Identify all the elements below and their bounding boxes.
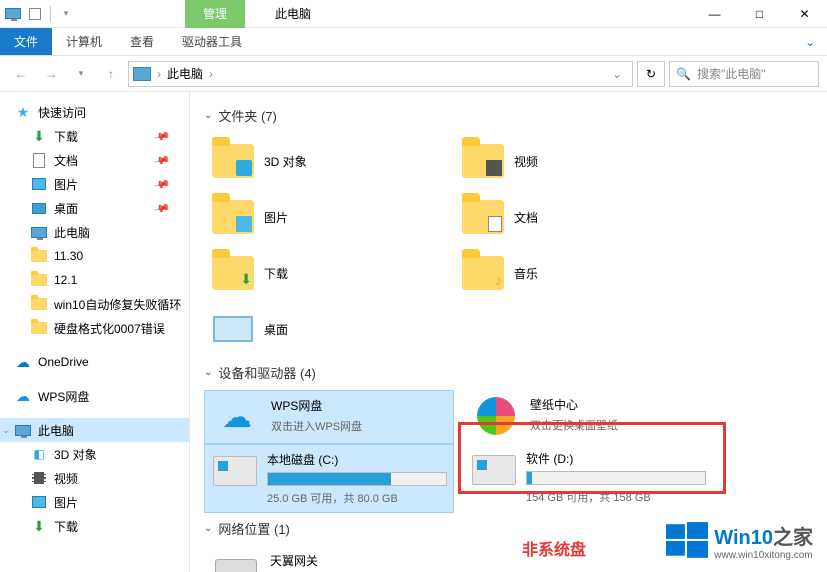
wps-cloud-icon: ☁ [213,397,261,437]
sidebar-folder[interactable]: 12.1 [0,268,189,292]
pin-icon: 📌 [153,127,171,145]
pin-icon: 📌 [153,175,171,193]
wps-icon: ☁ [14,388,32,404]
sidebar-videos[interactable]: 视频 [0,466,189,490]
refresh-button[interactable]: ↻ [637,61,665,87]
navbar: ← → ▾ ↑ › 此电脑 › ⌄ ↻ 🔍 搜索"此电脑" [0,56,827,92]
wallpaper-icon [472,396,520,436]
window-title: 此电脑 [275,5,311,22]
nav-recent-icon[interactable]: ▾ [68,61,94,87]
sidebar-folder[interactable]: 硬盘格式化0007错误 [0,316,189,340]
windows-logo-icon [666,520,708,562]
drive-d[interactable]: 软件 (D:) 154 GB 可用，共 158 GB [464,444,714,513]
pc-icon [14,422,32,438]
folder-desktop[interactable]: 桌面 [204,301,454,357]
address-bar[interactable]: › 此电脑 › ⌄ [128,61,633,87]
contextual-tab-manage[interactable]: 管理 [185,0,245,28]
chevron-down-icon: ⌄ [204,367,212,378]
nav-back-icon[interactable]: ← [8,61,34,87]
cube-icon: ◧ [30,446,48,462]
qat-dropdown-icon[interactable]: ▾ [57,5,75,23]
folder-videos[interactable]: 视频 [454,133,704,189]
document-icon [30,152,48,168]
onedrive-icon: ☁ [14,354,32,370]
ribbon-view[interactable]: 查看 [116,28,168,55]
sidebar-thispc[interactable]: ⌄此电脑 [0,418,189,442]
pictures-icon [30,176,48,192]
sidebar-onedrive[interactable]: ☁OneDrive [0,350,189,374]
sidebar-downloads[interactable]: ⬇下载 [0,514,189,538]
drive-icon [213,451,257,491]
network-gateway[interactable]: 天翼网关 [204,546,454,572]
sidebar-desktop[interactable]: 桌面📌 [0,196,189,220]
download-icon: ⬇ [30,518,48,534]
main-panel: ⌄文件夹 (7) 3D 对象 视频 图片 文档 ⬇下载 ♪音乐 桌面 ⌄设备和驱… [190,92,827,572]
ribbon-help-icon[interactable]: ⌄ [793,28,827,55]
sidebar: ★快速访问 ⬇下载📌 文档📌 图片📌 桌面📌 此电脑 11.30 12.1 wi… [0,92,190,572]
ribbon: 文件 计算机 查看 驱动器工具 ⌄ [0,28,827,56]
chevron-down-icon[interactable]: ⌄ [2,425,10,436]
pictures-icon [30,494,48,510]
maximize-button[interactable]: □ [737,0,782,28]
storage-bar [526,471,706,485]
chevron-down-icon: ⌄ [204,110,212,121]
desktop-icon [30,200,48,216]
nav-forward-icon[interactable]: → [38,61,64,87]
ribbon-computer[interactable]: 计算机 [52,28,116,55]
storage-bar [267,472,447,486]
pc-icon [30,224,48,240]
close-button[interactable]: ✕ [782,0,827,28]
sidebar-pictures[interactable]: 图片📌 [0,172,189,196]
sidebar-wps[interactable]: ☁WPS网盘 [0,384,189,408]
sidebar-folder[interactable]: win10自动修复失败循环 [0,292,189,316]
breadcrumb-location[interactable]: 此电脑 [167,65,203,82]
sidebar-folder[interactable]: 11.30 [0,244,189,268]
drive-wps[interactable]: ☁ WPS网盘双击进入WPS网盘 [204,390,454,444]
router-icon [212,552,260,572]
sidebar-thispc[interactable]: 此电脑 [0,220,189,244]
search-icon: 🔍 [676,67,691,81]
address-pc-icon [133,67,151,81]
folder-3dobjects[interactable]: 3D 对象 [204,133,454,189]
section-folders[interactable]: ⌄文件夹 (7) [204,106,827,125]
folder-icon [30,272,48,288]
star-icon: ★ [14,104,32,120]
chevron-down-icon: ⌄ [204,523,212,534]
system-menu-icon[interactable] [4,5,22,23]
folder-icon [30,296,48,312]
pin-icon: 📌 [153,151,171,169]
folder-music[interactable]: ♪音乐 [454,245,704,301]
drive-icon [472,450,516,490]
section-devices[interactable]: ⌄设备和驱动器 (4) [204,363,827,382]
qat-item[interactable] [26,5,44,23]
address-dropdown-icon[interactable]: ⌄ [606,67,628,81]
folder-pictures[interactable]: 图片 [204,189,454,245]
nav-up-icon[interactable]: ↑ [98,61,124,87]
sidebar-documents[interactable]: 文档📌 [0,148,189,172]
sidebar-quick-access[interactable]: ★快速访问 [0,100,189,124]
minimize-button[interactable]: — [692,0,737,28]
ribbon-file[interactable]: 文件 [0,28,52,55]
folder-icon [30,320,48,336]
ribbon-drivetools[interactable]: 驱动器工具 [168,28,256,55]
breadcrumb-sep-icon: › [157,67,161,81]
search-input[interactable]: 🔍 搜索"此电脑" [669,61,819,87]
annotation-label: 非系统盘 [522,536,586,560]
watermark: Win10之家 www.win10xitong.com [666,520,813,562]
drive-c[interactable]: 本地磁盘 (C:) 25.0 GB 可用，共 80.0 GB [204,444,454,513]
pin-icon: 📌 [153,199,171,217]
sidebar-3dobjects[interactable]: ◧3D 对象 [0,442,189,466]
download-icon: ⬇ [30,128,48,144]
sidebar-downloads[interactable]: ⬇下载📌 [0,124,189,148]
breadcrumb-sep-icon: › [209,67,213,81]
folder-downloads[interactable]: ⬇下载 [204,245,454,301]
folder-documents[interactable]: 文档 [454,189,704,245]
search-placeholder: 搜索"此电脑" [697,65,766,82]
sidebar-pictures[interactable]: 图片 [0,490,189,514]
drive-wallpaper[interactable]: 壁纸中心双击更换桌面壁纸 [464,390,714,444]
folder-icon [30,248,48,264]
video-icon [30,470,48,486]
titlebar: ▾ 管理 此电脑 — □ ✕ [0,0,827,28]
